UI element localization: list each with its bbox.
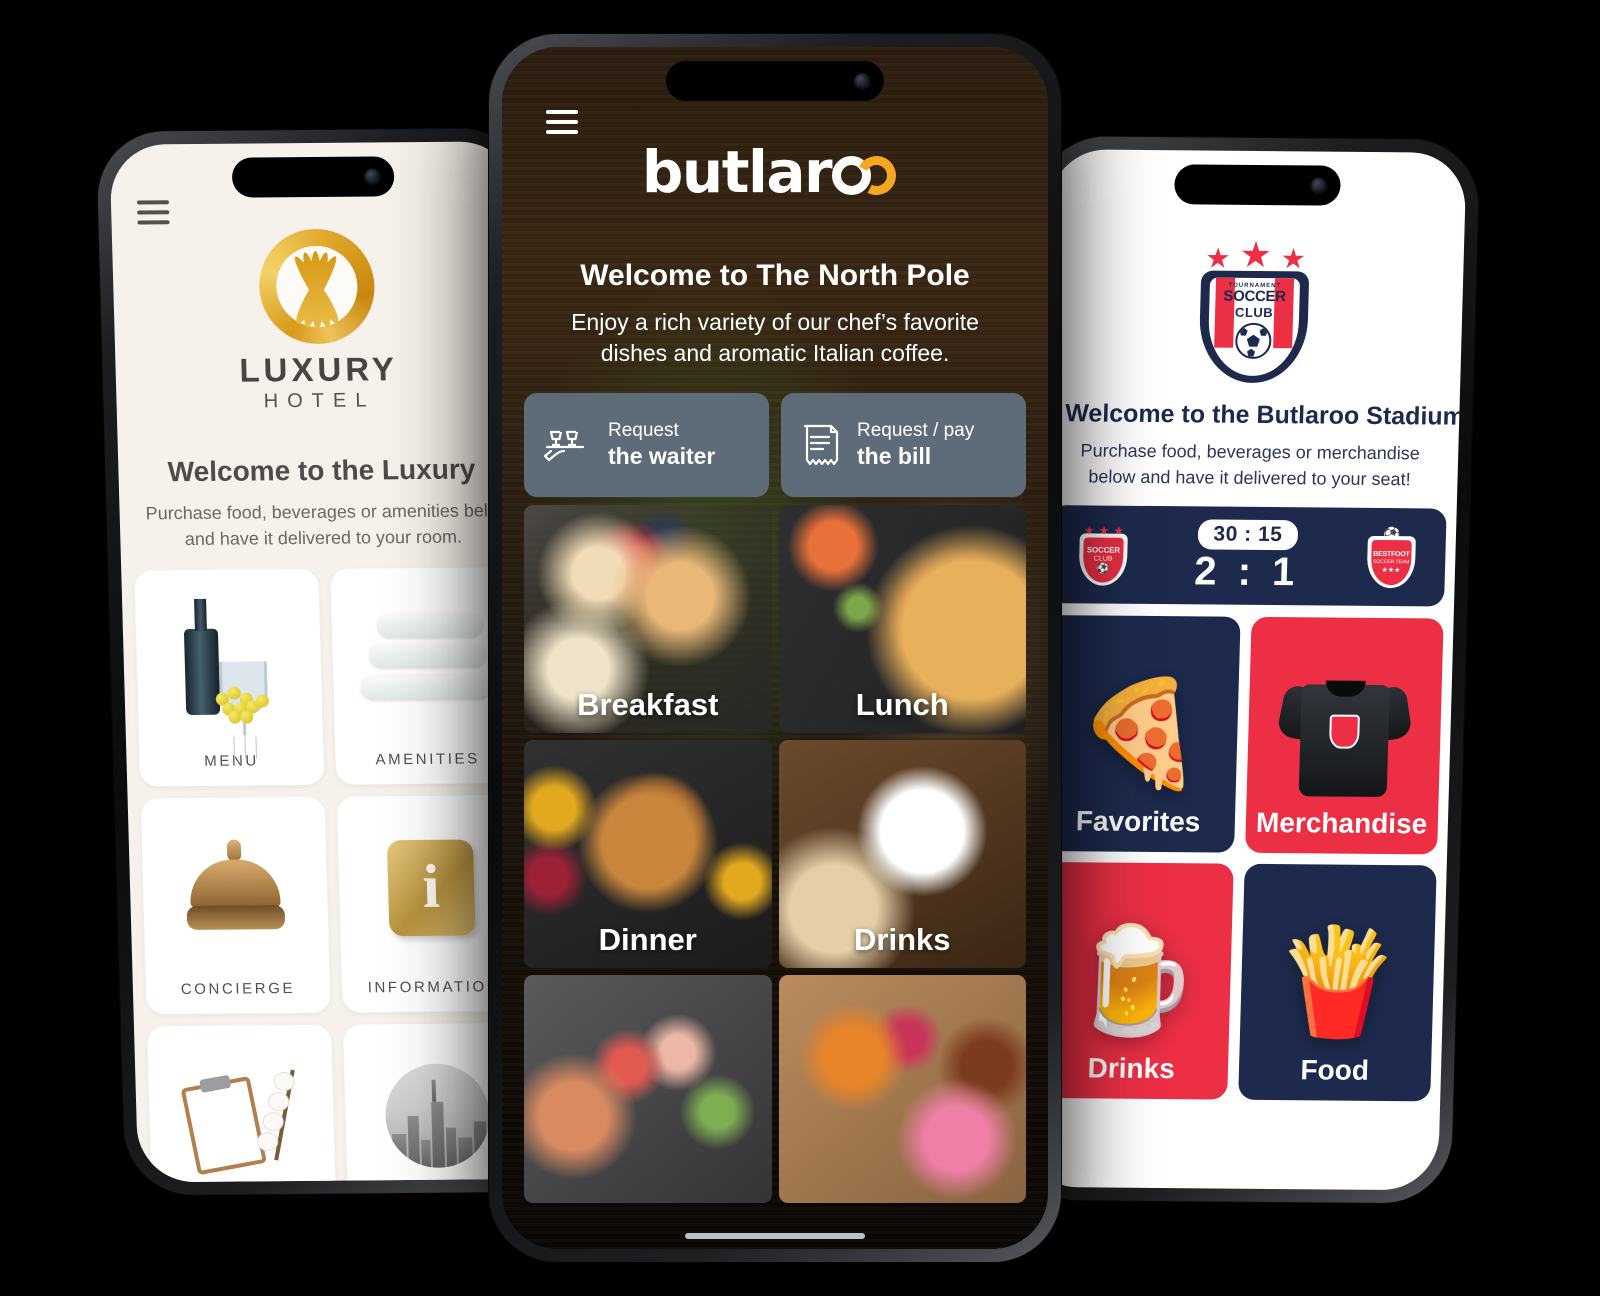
- tile-label: Drinks: [1087, 1052, 1176, 1085]
- tile-label: INFORMATION: [367, 978, 501, 997]
- match-timer: 30 : 15: [1197, 519, 1299, 551]
- service-bell-icon: [141, 797, 330, 982]
- welcome-desc-line-1: Purchase food, beverages or amenities be…: [145, 500, 512, 524]
- quick-actions: Request the waiter Request / pay the bil…: [502, 369, 1048, 498]
- page-title: Welcome to the Butlaroo Stadium: [1064, 399, 1466, 431]
- away-team-crest-icon: ⚽ BESTFOOT SOCCER TEAM ★★★: [1362, 526, 1420, 589]
- brand-subtitle: HOTEL: [263, 389, 376, 413]
- phone-mockup-butlaroo: butlar Welcome to The North Pole Enjoy a…: [489, 34, 1061, 1262]
- tile-food[interactable]: 🍟 Food: [1237, 863, 1437, 1102]
- welcome-desc-line-1: Purchase food, beverages or merchandise: [1080, 440, 1421, 464]
- luxury-header: LUXURY HOTEL Welcome to the Luxury Purch…: [109, 141, 526, 553]
- request-bill-button[interactable]: Request / pay the bill: [781, 393, 1026, 498]
- dynamic-island: [1173, 164, 1342, 206]
- welcome-desc-line-2: dishes and aromatic Italian coffee.: [600, 340, 950, 367]
- category-tile-drinks[interactable]: Drinks: [778, 740, 1026, 969]
- crest-name-line-2: CLUB: [1234, 304, 1274, 320]
- action-line-1: Request: [608, 420, 679, 442]
- receipt-icon: [803, 424, 839, 466]
- action-line-2: the waiter: [608, 442, 716, 469]
- soccer-ball-icon: [1234, 322, 1272, 359]
- butlaroo-app-screen: butlar Welcome to The North Pole Enjoy a…: [502, 47, 1048, 1249]
- score-display: 30 : 15 2 : 1: [1193, 519, 1301, 595]
- luxury-hotel-logo-icon: [257, 228, 376, 345]
- fries-icon: 🍟: [1270, 924, 1404, 1042]
- tile-your-stay[interactable]: YOUR STAY: [146, 1024, 338, 1183]
- tile-menu[interactable]: MENU: [134, 569, 325, 787]
- welcome-desc-line-2: and have it delivered to your room.: [184, 526, 463, 550]
- tile-label: Dinner: [598, 922, 697, 958]
- pizza-icon: 🍕: [1074, 675, 1207, 793]
- tile-label: Food: [1300, 1054, 1370, 1086]
- tile-label: Drinks: [854, 922, 951, 958]
- brand-name: LUXURY: [238, 350, 399, 389]
- request-waiter-button[interactable]: Request the waiter: [524, 393, 769, 498]
- waiter-tray-icon: [543, 430, 585, 462]
- category-tile-dinner[interactable]: Dinner: [524, 740, 772, 969]
- stadium-app-screen: ★ ★ ★ TOURNAMENT SOCCER CLUB Welcome to th…: [1021, 149, 1467, 1191]
- welcome-desc-line-1: Enjoy a rich variety of our chef’s favor…: [571, 309, 979, 335]
- tile-label: CONCIERGE: [180, 980, 296, 999]
- luxury-tile-grid: MENU AMENITIES CONCIERGE i INFORMATION: [121, 549, 545, 1183]
- clipboard-cotton-icon: [147, 1025, 336, 1182]
- hamburger-menu-icon[interactable]: [136, 200, 170, 225]
- scoreboard[interactable]: ★ ★ ★ SOCCER CLUB ⚽ 30 : 15 2 : 1 ⚽ BESTFOOT…: [1047, 505, 1447, 607]
- category-tile-appetizers[interactable]: [524, 975, 772, 1204]
- butlaroo-logo-icon: butlar: [532, 143, 1018, 201]
- tile-favorites[interactable]: 🍕 Favorites: [1041, 615, 1241, 853]
- beer-mug-icon: 🍺: [1067, 922, 1201, 1040]
- stadium-tile-grid: 🍕 Favorites Merchandise 🍺 Drinks 🍟 Food: [1024, 603, 1454, 1102]
- action-line-1: Request / pay: [857, 420, 975, 442]
- tile-label: Merchandise: [1255, 806, 1428, 840]
- front-camera-icon: [364, 167, 382, 186]
- front-camera-icon: [1310, 176, 1329, 195]
- wine-bottle-glass-icon: [134, 569, 323, 754]
- category-tile-lunch[interactable]: Lunch: [778, 505, 1026, 734]
- dynamic-island: [231, 156, 396, 198]
- home-indicator: [685, 1233, 865, 1239]
- page-title: Welcome to the Luxury: [167, 453, 476, 488]
- tile-label: Lunch: [855, 687, 949, 723]
- screenshot-stage: LUXURY HOTEL Welcome to the Luxury Purch…: [0, 0, 1600, 1296]
- tile-label: AMENITIES: [375, 750, 480, 769]
- tile-merchandise[interactable]: Merchandise: [1244, 616, 1444, 855]
- phone-mockup-soccer-stadium: ★ ★ ★ TOURNAMENT SOCCER CLUB Welcome to th…: [1008, 136, 1481, 1204]
- tile-label: Breakfast: [577, 687, 719, 723]
- welcome-desc-line-2: below and have it delivered to your seat…: [1088, 466, 1411, 489]
- category-tile-desserts[interactable]: [778, 975, 1026, 1204]
- category-grid: Breakfast Lunch Dinner Drinks: [502, 497, 1048, 1204]
- soccer-club-crest-icon: ★ ★ ★ TOURNAMENT SOCCER CLUB: [1187, 234, 1321, 385]
- dynamic-island: [665, 61, 885, 101]
- tile-concierge[interactable]: CONCIERGE: [140, 796, 331, 1015]
- luxury-hotel-app-screen: LUXURY HOTEL Welcome to the Luxury Purch…: [109, 141, 545, 1183]
- front-camera-icon: [854, 72, 872, 90]
- butlaroo-oo-mark-icon: [832, 149, 908, 201]
- page-title: Welcome to The North Pole: [580, 259, 970, 292]
- brand-name: butlar: [641, 138, 833, 206]
- tshirt-icon: [1275, 670, 1413, 801]
- home-team-crest-icon: ★ ★ ★ SOCCER CLUB ⚽: [1074, 523, 1132, 586]
- tile-label: Favorites: [1075, 805, 1201, 838]
- crest-name-line-1: SOCCER: [1223, 287, 1287, 306]
- category-tile-breakfast[interactable]: Breakfast: [524, 505, 772, 734]
- tile-drinks[interactable]: 🍺 Drinks: [1034, 862, 1234, 1100]
- match-score: 2 : 1: [1193, 549, 1301, 595]
- action-line-2: the bill: [857, 442, 932, 469]
- tile-label: MENU: [204, 752, 260, 771]
- hamburger-menu-icon[interactable]: [546, 110, 578, 134]
